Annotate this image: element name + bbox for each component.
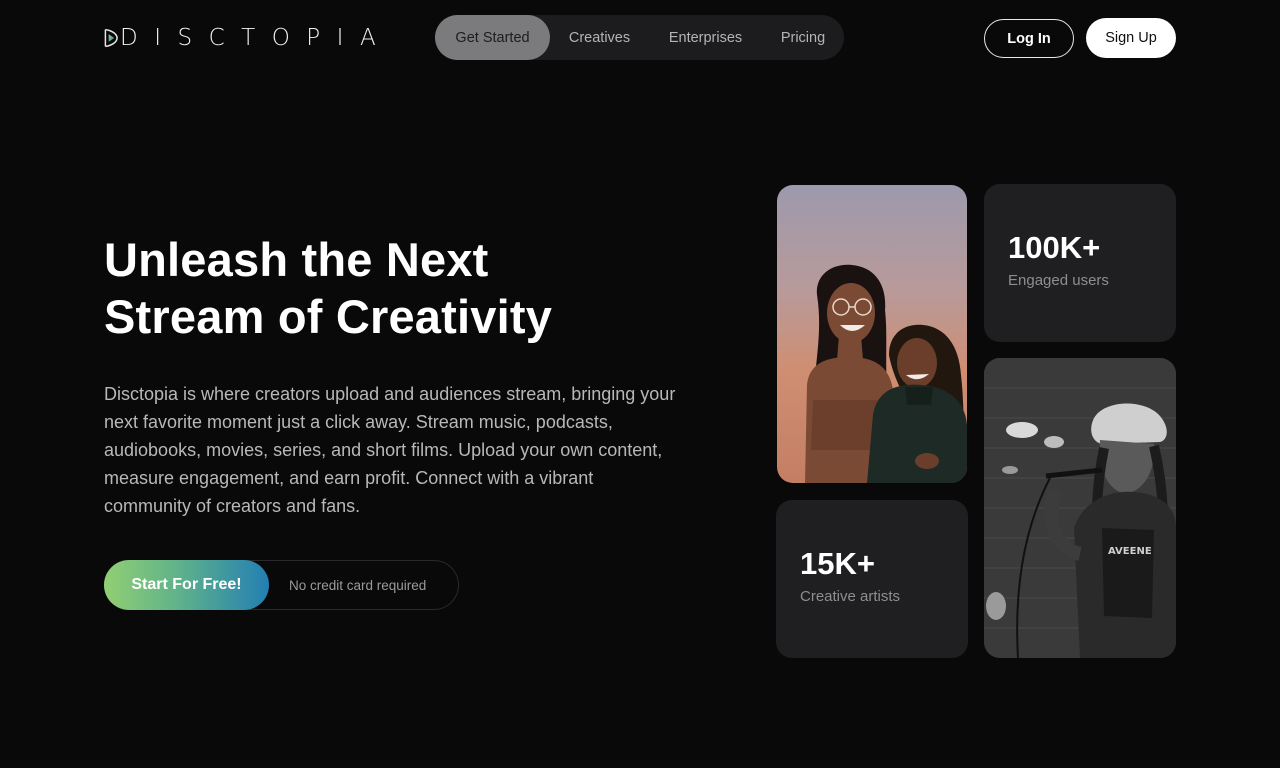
nav-item-pricing[interactable]: Pricing <box>762 15 844 60</box>
stat-label: Creative artists <box>800 588 901 605</box>
brand-name: DISCTOPIA <box>120 25 393 51</box>
signup-button[interactable]: Sign Up <box>1086 18 1176 58</box>
play-triangle-icon <box>104 27 118 49</box>
hero-title-line-1: Unleash the Next <box>104 233 489 286</box>
hero-title: Unleash the Next Stream of Creativity <box>104 231 664 345</box>
stat-label: Engaged users <box>1008 272 1109 289</box>
stat-value: 15K+ <box>800 546 875 581</box>
stat-card-artists: 15K+ Creative artists <box>776 500 968 658</box>
hero-title-line-2: Stream of Creativity <box>104 290 553 343</box>
site-header: DISCTOPIA Get Started Creatives Enterpri… <box>0 0 1280 76</box>
performer-photo: AVEENE <box>984 358 1176 658</box>
hero-description: Disctopia is where creators upload and a… <box>104 384 676 516</box>
stat-value: 100K+ <box>1008 230 1101 265</box>
creators-photo-illustration <box>805 264 967 483</box>
svg-text:AVEENE: AVEENE <box>1108 546 1152 557</box>
nav-item-enterprises[interactable]: Enterprises <box>649 15 762 60</box>
login-button[interactable]: Log In <box>984 19 1074 58</box>
start-for-free-button[interactable]: Start For Free! <box>104 560 269 610</box>
creators-photo <box>777 185 967 483</box>
main-nav: Get Started Creatives Enterprises Pricin… <box>435 15 844 60</box>
brand-logo[interactable]: DISCTOPIA <box>104 26 392 50</box>
stat-card-users: 100K+ Engaged users <box>984 184 1176 342</box>
cta-group: Start For Free! No credit card required <box>104 560 459 610</box>
performer-photo-illustration: AVEENE <box>984 358 1176 658</box>
nav-item-creatives[interactable]: Creatives <box>550 15 649 60</box>
nav-item-get-started[interactable]: Get Started <box>435 15 550 60</box>
cta-note: No credit card required <box>289 577 427 593</box>
